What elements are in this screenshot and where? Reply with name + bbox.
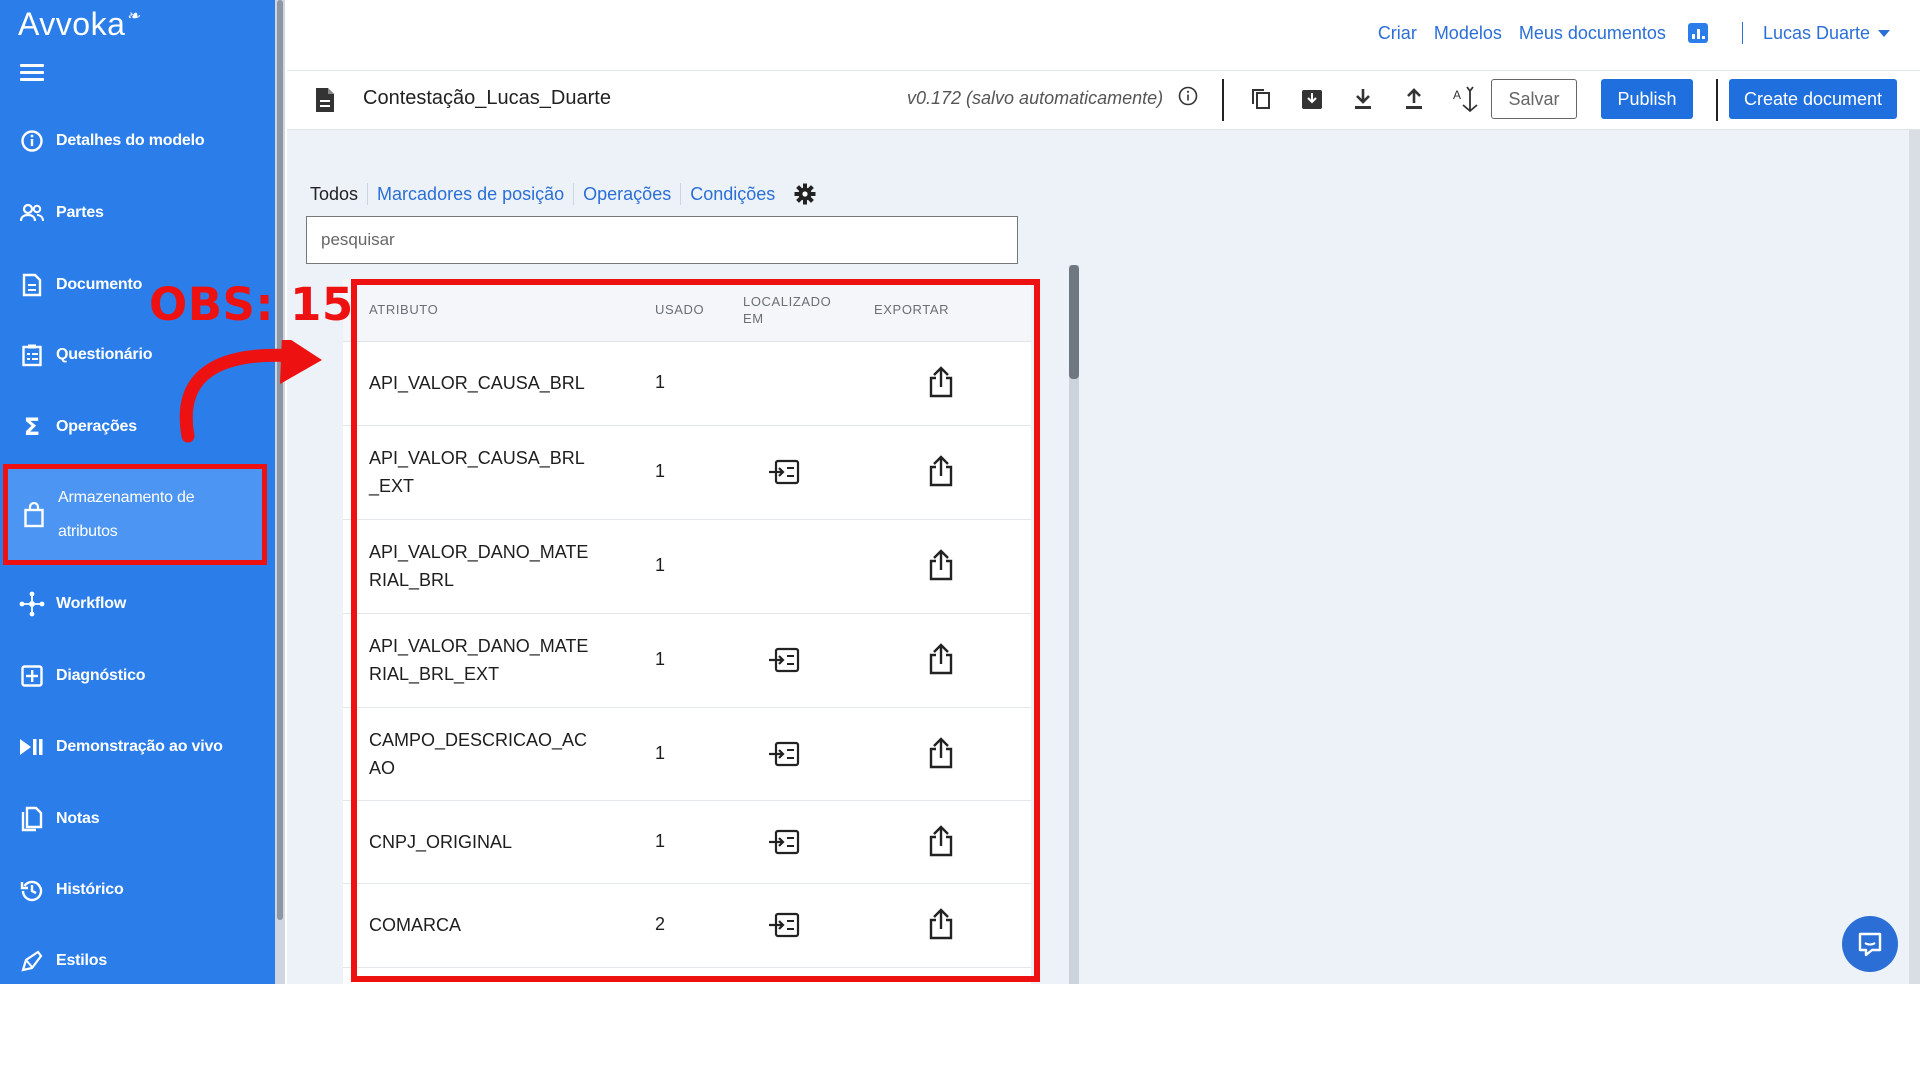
scrollbar-thumb[interactable] [277, 0, 283, 920]
sidebar-item-estilos[interactable]: Estilos [0, 933, 275, 984]
svg-text:A: A [1453, 88, 1461, 102]
sidebar-item-partes[interactable]: Partes [0, 185, 275, 241]
annotation-arrow-icon [179, 340, 322, 443]
create-document-button[interactable]: Create document [1729, 79, 1897, 119]
download-icon[interactable] [1349, 85, 1377, 113]
sidebar-item-label: Demonstração ao vivo [56, 738, 223, 755]
nav-link-meus-documentos[interactable]: Meus documentos [1519, 23, 1666, 44]
sidebar-item-label: Notas [56, 810, 100, 827]
brand-logo[interactable]: Avvoka❧ [18, 6, 141, 43]
search-input[interactable]: pesquisar [306, 216, 1018, 264]
sidebar-item-label: Diagnóstico [56, 667, 146, 684]
highlight-box-sidebar [3, 464, 267, 565]
tab-condicoes[interactable]: Condições [680, 183, 784, 205]
version-status: v0.172 (salvo automaticamente) [907, 88, 1164, 108]
play-pause-icon [19, 734, 45, 760]
sigma-icon: Σ [23, 413, 41, 441]
sidebar-item-label: Detalhes do modelo [56, 132, 205, 149]
filter-tabs: Todos Marcadores de posição Operações Co… [310, 183, 816, 205]
sidebar-item-demonstracao-ao-vivo[interactable]: Demonstração ao vivo [0, 719, 275, 775]
sidebar-item-detalhes-do-modelo[interactable]: Detalhes do modelo [0, 113, 275, 169]
leaf-icon: ❧ [126, 8, 141, 25]
chat-button[interactable] [1842, 916, 1898, 972]
sidebar-item-label: Workflow [56, 595, 127, 612]
hamburger-menu-icon[interactable] [20, 64, 44, 81]
tab-todos[interactable]: Todos [310, 183, 367, 205]
sidebar-item-label: Documento [56, 276, 143, 293]
scrollbar-thumb[interactable] [1069, 265, 1079, 379]
highlight-box-table [351, 279, 1040, 982]
clipboard-icon [19, 342, 45, 368]
chat-icon [1858, 932, 1882, 957]
sidebar-item-label: Histórico [56, 881, 124, 898]
tab-operacoes[interactable]: Operações [573, 183, 680, 205]
main-scrollbar[interactable] [1909, 130, 1920, 984]
analytics-icon[interactable] [1687, 23, 1708, 43]
users-icon [19, 200, 45, 226]
user-name: Lucas Duarte [1762, 22, 1870, 43]
sidebar-item-notas[interactable]: Notas [0, 791, 275, 847]
sidebar-scrollbar[interactable] [275, 0, 285, 984]
sidebar-item-label: Partes [56, 204, 104, 221]
gear-icon[interactable] [794, 183, 816, 205]
notes-icon [19, 806, 45, 832]
divider [1741, 22, 1743, 44]
sidebar-item-label: Questionário [56, 346, 153, 363]
annotation-label: OBS: 15 [149, 278, 354, 331]
history-icon [19, 877, 45, 903]
divider [1716, 79, 1718, 121]
chevron-down-icon [1878, 29, 1890, 37]
document-icon [19, 272, 45, 298]
copy-icon[interactable] [1247, 85, 1275, 113]
publish-button[interactable]: Publish [1601, 79, 1693, 119]
document-title: Contestação_Lucas_Duarte [363, 87, 611, 109]
upload-icon[interactable] [1400, 85, 1428, 113]
brand-name: Avvoka [18, 6, 126, 42]
sidebar-item-historico[interactable]: Histórico [0, 862, 275, 918]
nav-link-modelos[interactable]: Modelos [1434, 23, 1502, 44]
list-scrollbar[interactable] [1069, 265, 1079, 984]
workflow-icon [19, 591, 45, 617]
sidebar-item-workflow[interactable]: Workflow [0, 576, 275, 632]
user-menu[interactable]: Lucas Duarte [1763, 23, 1890, 44]
translate-icon[interactable]: A [1451, 85, 1479, 113]
document-icon [314, 87, 336, 118]
tab-marcadores-de-posicao[interactable]: Marcadores de posição [367, 183, 573, 205]
brush-icon [19, 948, 45, 974]
sidebar-item-label: Operações [56, 418, 137, 435]
top-navigation: Criar Modelos Meus documentos Lucas Duar… [287, 0, 1920, 71]
plus-box-icon [19, 663, 45, 689]
document-toolbar: Contestação_Lucas_Duarte v0.172 (salvo a… [287, 71, 1920, 130]
archive-icon[interactable] [1298, 85, 1326, 113]
sidebar-item-label: Estilos [56, 952, 108, 969]
save-button[interactable]: Salvar [1491, 79, 1577, 119]
info-circle-icon [19, 128, 45, 154]
nav-link-criar[interactable]: Criar [1378, 23, 1417, 44]
info-icon[interactable] [1177, 85, 1199, 112]
sidebar-item-diagnostico[interactable]: Diagnóstico [0, 648, 275, 704]
divider [1222, 79, 1224, 121]
